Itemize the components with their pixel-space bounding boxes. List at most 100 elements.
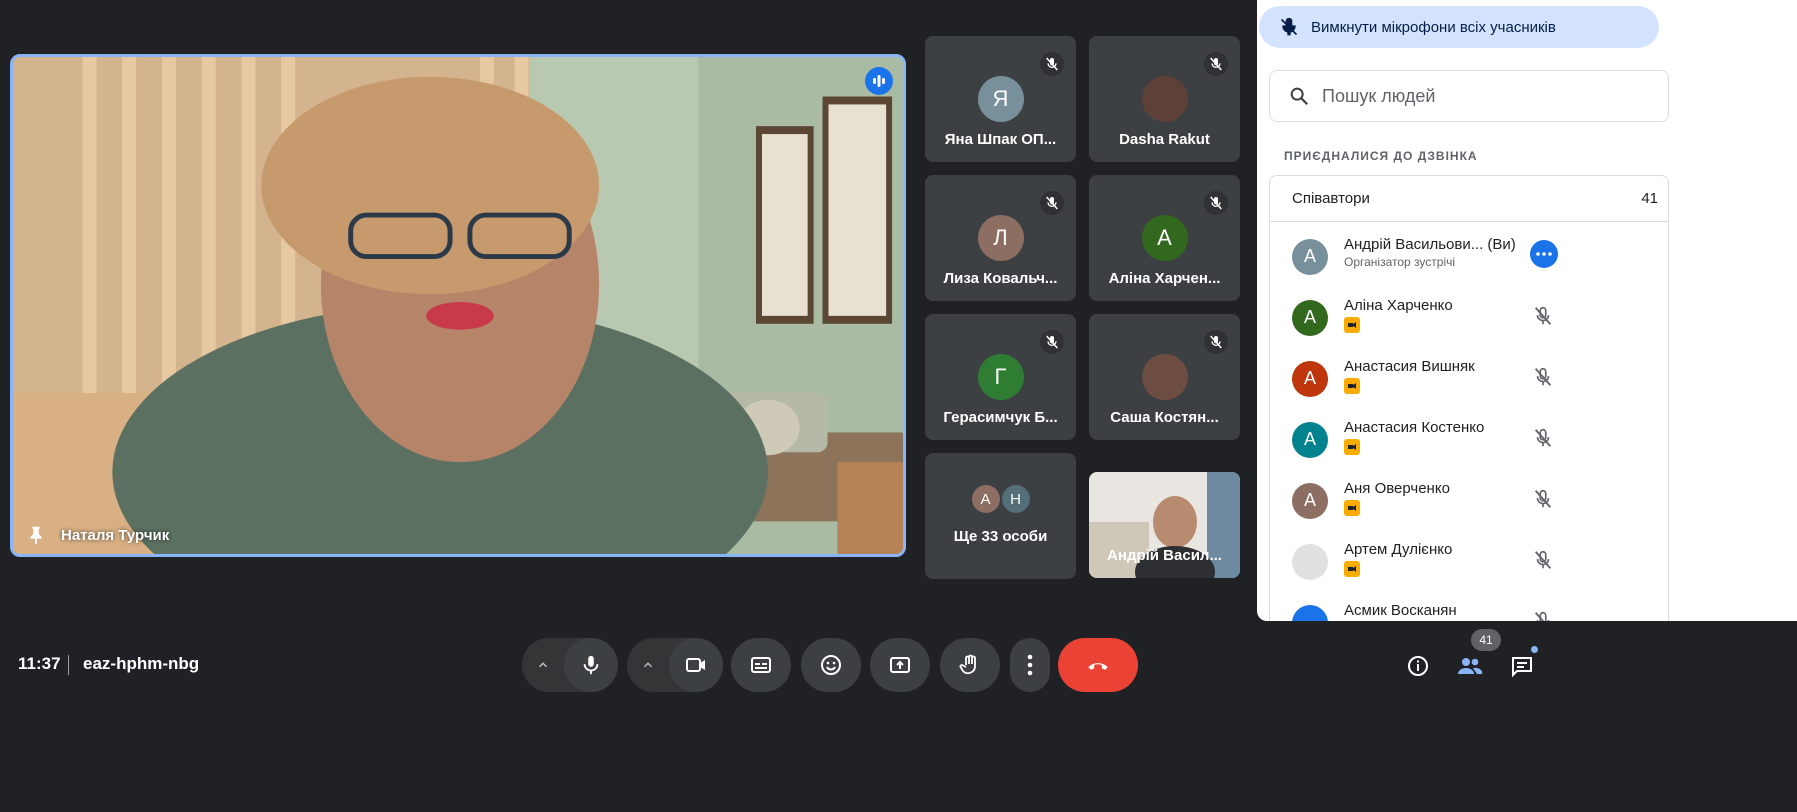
mic-off-icon <box>1040 52 1064 76</box>
mic-off-icon <box>1204 330 1228 354</box>
participant-tile[interactable]: Саша Костян... <box>1089 314 1240 440</box>
video-off-badge-icon <box>1344 317 1360 333</box>
participant-name: Асмик Восканян <box>1344 602 1457 619</box>
clock: 11:37 <box>18 654 61 673</box>
collaborators-group: Співавтори 41 А Андрій Васильови... (Ви) О… <box>1269 175 1669 621</box>
mic-icon <box>583 655 599 675</box>
chat-notification-dot <box>1531 646 1538 653</box>
participant-name: Герасимчук Б... <box>943 409 1058 426</box>
camera-icon <box>686 658 705 672</box>
participant-name: Яна Шпак ОП... <box>944 131 1057 148</box>
mic-off-icon <box>1204 191 1228 215</box>
mic-off-icon <box>1532 366 1556 390</box>
chat-icon <box>1512 657 1532 678</box>
participant-tile[interactable]: Г Герасимчук Б... <box>925 314 1076 440</box>
participant-name: Аня Оверченко <box>1344 480 1450 497</box>
people-panel: Вимкнути мікрофони всіх учасників Пошук … <box>1257 0 1797 621</box>
leave-call-button[interactable] <box>1058 638 1138 692</box>
participant-row[interactable]: Артем Дулієнко <box>1270 531 1580 592</box>
captions-button[interactable] <box>731 638 791 692</box>
avatar: Г <box>977 354 1024 400</box>
avatar: А <box>1292 421 1328 458</box>
section-title: ПРИЄДНАЛИСЯ ДО ДЗВІНКА <box>1284 149 1478 163</box>
avatar <box>1292 604 1328 621</box>
avatar: А <box>1292 360 1328 397</box>
participant-name: Аліна Харчен... <box>1108 270 1221 287</box>
participant-tile[interactable]: Л Лиза Ковальч... <box>925 175 1076 301</box>
participant-row[interactable]: А Анастасия Костенко <box>1270 409 1580 470</box>
camera-control <box>627 638 723 692</box>
video-off-badge-icon <box>1344 378 1360 394</box>
avatar: А <box>971 485 1000 513</box>
participant-name: Dasha Rakut <box>1119 131 1210 148</box>
group-header[interactable]: Співавтори 41 <box>1270 176 1668 222</box>
video-options-chevron-icon[interactable] <box>627 658 669 672</box>
video-off-badge-icon <box>1344 439 1360 455</box>
people-icon <box>1458 658 1483 674</box>
people-count-badge: 41 <box>1471 629 1501 651</box>
main-video-tile[interactable]: Наталя Турчик <box>10 54 906 557</box>
present-button[interactable] <box>870 638 930 692</box>
mic-button[interactable] <box>564 638 618 692</box>
emoji-icon <box>821 655 841 675</box>
people-button[interactable] <box>1454 650 1486 682</box>
raise-hand-button[interactable] <box>940 638 1000 692</box>
avatar: А <box>1141 215 1188 261</box>
hand-icon <box>959 654 976 675</box>
avatar <box>1292 543 1328 580</box>
participant-name: Лиза Ковальч... <box>943 270 1058 287</box>
mic-off-icon <box>1532 488 1556 512</box>
main-participant-name: Наталя Турчик <box>61 527 170 544</box>
mic-off-icon <box>1532 305 1556 329</box>
info-icon <box>1408 656 1428 676</box>
mic-off-icon <box>1040 330 1064 354</box>
participant-tile[interactable]: А Аліна Харчен... <box>1089 175 1240 301</box>
video-off-badge-icon <box>1344 561 1360 577</box>
camera-button[interactable] <box>669 638 723 692</box>
chat-button[interactable] <box>1506 650 1538 682</box>
avatar: А <box>1292 238 1328 275</box>
search-icon <box>1290 87 1309 106</box>
mic-off-icon <box>1532 549 1556 573</box>
mic-off-icon <box>1280 17 1298 36</box>
hang-up-icon <box>1088 663 1108 670</box>
participant-name: Андрій Васильови... (Ви) <box>1344 236 1516 253</box>
meeting-code: eaz-hphm-nbg <box>83 654 200 673</box>
participant-tile[interactable]: Я Яна Шпак ОП... <box>925 36 1076 162</box>
search-placeholder: Пошук людей <box>1322 85 1436 106</box>
mute-all-button[interactable]: Вимкнути мікрофони всіх учасників <box>1259 6 1659 48</box>
audio-options-chevron-icon[interactable] <box>522 658 564 672</box>
mute-all-label: Вимкнути мікрофони всіх учасників <box>1311 18 1556 36</box>
more-options-button[interactable] <box>1010 638 1050 692</box>
more-participants-tile[interactable]: А Н Ще 33 особи <box>925 453 1076 579</box>
participant-row[interactable]: А Андрій Васильови... (Ви) Організатор зус… <box>1270 226 1580 287</box>
mic-off-icon <box>1532 427 1556 451</box>
participant-list: А Андрій Васильови... (Ви) Організатор зус… <box>1270 226 1580 621</box>
avatar: А <box>1292 482 1328 519</box>
group-name: Співавтори <box>1292 190 1370 207</box>
participant-row[interactable]: А Анастасия Вишняк <box>1270 348 1580 409</box>
self-participant-name: Андрій Васил... <box>1107 547 1222 564</box>
participant-name: Анастасия Костенко <box>1344 419 1485 436</box>
video-off-badge-icon <box>1344 500 1360 516</box>
pin-icon[interactable] <box>25 524 47 546</box>
participant-row[interactable]: А Аня Оверченко <box>1270 470 1580 531</box>
divider <box>68 655 69 675</box>
participant-name: Аліна Харченко <box>1344 297 1453 314</box>
more-vert-icon <box>1027 654 1033 676</box>
participant-tile[interactable]: Dasha Rakut <box>1089 36 1240 162</box>
participant-name: Саша Костян... <box>1110 409 1219 426</box>
avatar: Л <box>977 215 1024 261</box>
avatar <box>1141 354 1188 400</box>
participant-role: Організатор зустрічі <box>1344 255 1456 269</box>
self-video-tile[interactable]: Андрій Васил... <box>1089 472 1240 578</box>
participant-row[interactable]: А Аліна Харченко <box>1270 287 1580 348</box>
reactions-button[interactable] <box>801 638 861 692</box>
participant-row[interactable]: Асмик Восканян <box>1270 592 1580 621</box>
participant-name: Артем Дулієнко <box>1344 541 1453 558</box>
more-avatars: А Н <box>971 485 1030 513</box>
more-participants-label: Ще 33 особи <box>953 528 1048 545</box>
meeting-info-button[interactable] <box>1402 650 1434 682</box>
participant-more-icon[interactable] <box>1530 240 1558 268</box>
people-search-input[interactable]: Пошук людей <box>1269 70 1669 122</box>
